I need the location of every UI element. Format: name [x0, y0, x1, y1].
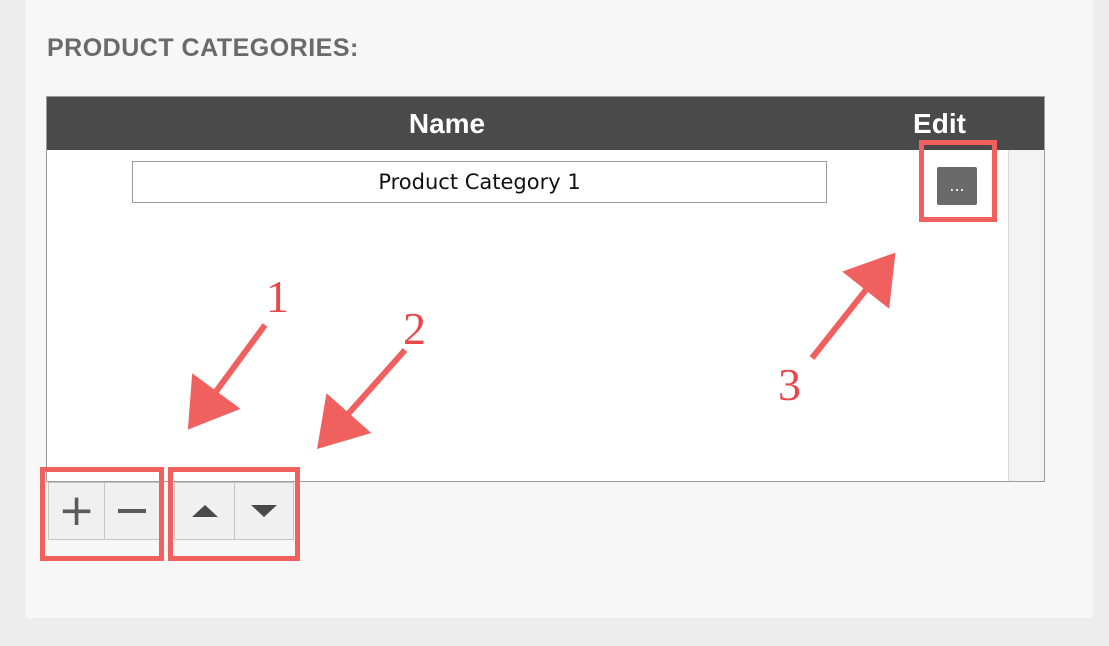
arrow-2	[317, 348, 408, 449]
annotation-label-1: 1	[266, 271, 289, 322]
annotation-arrows	[187, 252, 896, 449]
annotation-label-3: 3	[778, 359, 801, 410]
arrow-1	[187, 323, 268, 430]
arrow-3	[809, 252, 896, 360]
annotation-label-2: 2	[403, 303, 426, 354]
